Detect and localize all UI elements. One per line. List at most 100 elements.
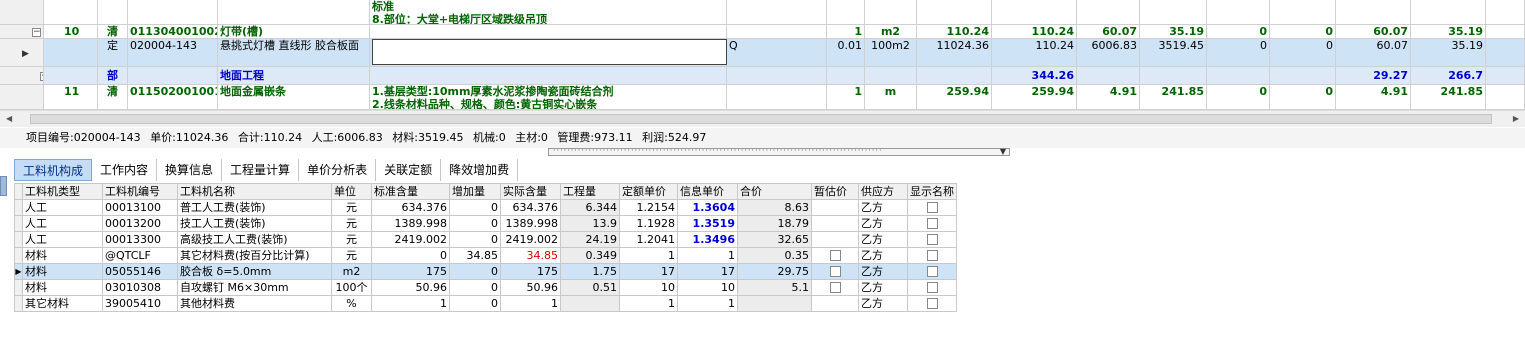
grid-row-quota-selected[interactable]: ▶ 定 020004-143 悬挑式灯槽 直线形 胶合板面 Q 0.01 100… — [0, 39, 1525, 67]
tab-quantity-calc[interactable]: 工程量计算 — [222, 159, 300, 181]
resource-row[interactable]: 人工 00013100 普工人工费(装饰) 元 634.376 0 634.37… — [14, 199, 957, 216]
col-header-name[interactable]: 工料机名称 — [177, 183, 332, 200]
res-amount: 0.35 — [737, 247, 812, 264]
res-supplier[interactable]: 乙方 — [858, 231, 908, 248]
col-header-info-price[interactable]: 信息单价 — [677, 183, 738, 200]
col-header-code[interactable]: 工料机编号 — [102, 183, 178, 200]
side-panel-handle[interactable] — [0, 176, 7, 196]
res-unit: 元 — [331, 199, 372, 216]
res-info-price[interactable]: 1 — [677, 247, 738, 264]
col-header-amount[interactable]: 合价 — [737, 183, 812, 200]
item-desc-line2: 2.线条材料品种、规格、颜色:黄古铜实心嵌条 — [372, 98, 598, 110]
res-supplier[interactable]: 乙方 — [858, 295, 908, 312]
res-info-price[interactable]: 17 — [677, 263, 738, 280]
scrollbar-thumb[interactable] — [30, 114, 1492, 124]
res-info-price[interactable]: 10 — [677, 279, 738, 296]
grid-row-item-11[interactable]: + 11 清 011502001001 地面金属嵌条 1.基层类型:10mm厚素… — [0, 85, 1525, 110]
quota-desc-editor[interactable] — [372, 39, 727, 65]
res-unit: 元 — [331, 215, 372, 232]
info-unit-price: 单价:11024.36 — [150, 131, 229, 144]
chevron-down-icon[interactable]: ▼ — [1000, 147, 1006, 156]
res-name: 其它材料费(按百分比计算) — [177, 247, 332, 264]
res-std-qty[interactable]: 2419.002 — [371, 231, 450, 248]
quota-main-material: 0 — [1270, 39, 1336, 67]
show-name-checkbox[interactable] — [926, 250, 938, 261]
res-supplier[interactable]: 乙方 — [858, 199, 908, 216]
res-info-price[interactable]: 1.3604 — [677, 199, 738, 216]
grid-row-prev-tail[interactable]: 标准 8.部位：大堂+电梯厅区域跌级吊顶 — [0, 0, 1525, 25]
col-header-provisional[interactable]: 暂估价 — [811, 183, 859, 200]
col-header-quota-price[interactable]: 定额单价 — [619, 183, 678, 200]
col-header-add-qty[interactable]: 增加量 — [449, 183, 501, 200]
res-unit: % — [331, 295, 372, 312]
show-name-checkbox[interactable] — [926, 218, 938, 229]
res-quota-price: 1 — [619, 295, 678, 312]
resource-row[interactable]: 人工 00013200 技工人工费(装饰) 元 1389.998 0 1389.… — [14, 215, 957, 232]
res-add-qty[interactable]: 0 — [449, 231, 501, 248]
resource-row-selected[interactable]: ▶ 材料 05055146 胶合板 δ=5.0mm m2 175 0 175 1… — [14, 263, 957, 280]
grid-row-item-10[interactable]: − 10 清 011304001002 灯带(槽) 1 m2 110.24 11… — [0, 25, 1525, 39]
res-add-qty[interactable]: 0 — [449, 263, 501, 280]
res-supplier[interactable]: 乙方 — [858, 263, 908, 280]
res-std-qty[interactable]: 175 — [371, 263, 450, 280]
col-header-std-qty[interactable]: 标准含量 — [371, 183, 450, 200]
tab-related-quota[interactable]: 关联定额 — [376, 159, 442, 181]
quota-machine: 0 — [1207, 39, 1270, 67]
res-supplier[interactable]: 乙方 — [858, 279, 908, 296]
tab-resource-composition[interactable]: 工料机构成 — [14, 159, 93, 181]
show-name-checkbox[interactable] — [926, 234, 938, 245]
panel-splitter[interactable]: ········································… — [548, 146, 1010, 156]
res-type: 人工 — [22, 199, 103, 216]
col-header-supplier[interactable]: 供应方 — [858, 183, 908, 200]
resource-row[interactable]: 材料 @QTCLF 其它材料费(按百分比计算) 元 0 34.85 34.85 … — [14, 247, 957, 264]
collapse-icon[interactable]: − — [32, 27, 41, 37]
grid-row-section[interactable]: − 部 地面工程 344.26 29.27 266.7 — [0, 67, 1525, 85]
res-info-price[interactable]: 1.3496 — [677, 231, 738, 248]
col-header-unit[interactable]: 单位 — [331, 183, 372, 200]
show-name-checkbox[interactable] — [926, 282, 938, 293]
res-supplier[interactable]: 乙方 — [858, 215, 908, 232]
res-add-qty[interactable]: 0 — [449, 295, 501, 312]
section-type: 部 — [98, 67, 128, 85]
res-unit: 元 — [331, 247, 372, 264]
res-supplier[interactable]: 乙方 — [858, 247, 908, 264]
item-unit: m2 — [865, 25, 917, 39]
res-add-qty[interactable]: 34.85 — [449, 247, 501, 264]
res-std-qty[interactable]: 1 — [371, 295, 450, 312]
res-std-qty[interactable]: 634.376 — [371, 199, 450, 216]
col-header-actual-qty[interactable]: 实际含量 — [500, 183, 561, 200]
res-info-price[interactable]: 1.3519 — [677, 215, 738, 232]
scroll-left-icon[interactable]: ◀ — [6, 114, 12, 123]
col-header-type[interactable]: 工料机类型 — [22, 183, 103, 200]
item-material: 35.19 — [1140, 25, 1207, 39]
res-std-qty[interactable]: 50.96 — [371, 279, 450, 296]
show-name-checkbox[interactable] — [926, 266, 938, 277]
res-add-qty[interactable]: 0 — [449, 279, 501, 296]
quota-code: 020004-143 — [128, 39, 218, 67]
provisional-checkbox[interactable] — [829, 250, 841, 261]
res-std-qty[interactable]: 0 — [371, 247, 450, 264]
res-info-price[interactable]: 1 — [677, 295, 738, 312]
scroll-right-icon[interactable]: ▶ — [1513, 114, 1519, 123]
col-header-show-name[interactable]: 显示名称 — [907, 183, 957, 200]
section-labor-total: 29.27 — [1336, 67, 1411, 85]
provisional-checkbox[interactable] — [829, 282, 841, 293]
tab-efficiency-fee[interactable]: 降效增加费 — [441, 159, 519, 181]
show-name-checkbox[interactable] — [926, 202, 938, 213]
col-header-work-qty[interactable]: 工程量 — [560, 183, 620, 200]
tab-unit-price-analysis[interactable]: 单价分析表 — [299, 159, 377, 181]
tab-conversion-info[interactable]: 换算信息 — [157, 159, 223, 181]
res-add-qty[interactable]: 0 — [449, 215, 501, 232]
res-add-qty[interactable]: 0 — [449, 199, 501, 216]
res-std-qty[interactable]: 1389.998 — [371, 215, 450, 232]
show-name-checkbox[interactable] — [926, 298, 938, 309]
resource-row[interactable]: 其它材料 39005410 其他材料费 % 1 0 1 1 1 乙方 — [14, 295, 957, 312]
resource-row[interactable]: 材料 03010308 自攻螺钉 M6×30mm 100个 50.96 0 50… — [14, 279, 957, 296]
resource-row[interactable]: 人工 00013300 高级技工人工费(装饰) 元 2419.002 0 241… — [14, 231, 957, 248]
tab-work-content[interactable]: 工作内容 — [92, 159, 158, 181]
provisional-checkbox[interactable] — [829, 266, 841, 277]
row-pointer-icon: ▶ — [22, 49, 29, 59]
horizontal-scrollbar[interactable]: ◀ ▶ — [0, 110, 1525, 127]
item-labor: 60.07 — [1077, 25, 1140, 39]
res-work-qty: 13.9 — [560, 215, 620, 232]
